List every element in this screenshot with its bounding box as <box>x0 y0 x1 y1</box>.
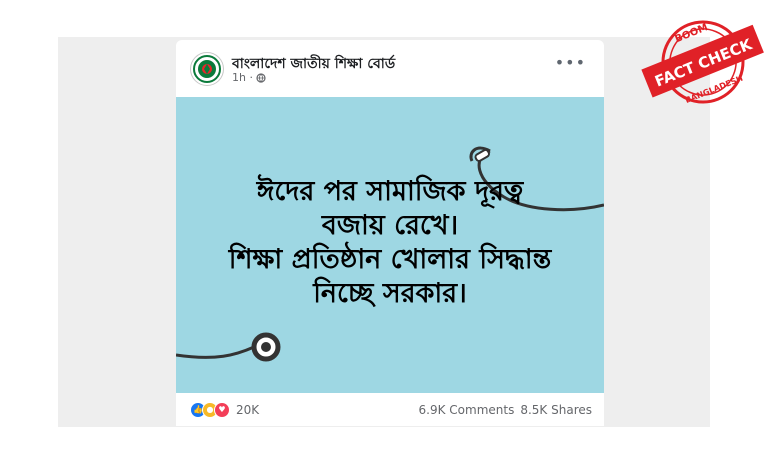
comments-count-link[interactable]: 6.9K Comments <box>419 403 515 417</box>
image-text-line: নিচ্ছে সরকার। <box>313 278 467 309</box>
globe-icon <box>256 72 266 83</box>
government-seal-icon <box>193 55 221 83</box>
post-footer: 👍 ● ♥ 20K 6.9K Comments 8.5K Shares <box>176 393 604 426</box>
facebook-post-card: বাংলাদেশ জাতীয় শিক্ষা বোর্ড 1h · ••• ঈদ… <box>176 40 604 426</box>
page-avatar[interactable] <box>190 52 224 86</box>
more-options-button[interactable]: ••• <box>555 55 586 71</box>
image-text-line: ঈদের পর সামাজিক দূরত্ব <box>256 176 524 207</box>
shares-count-link[interactable]: 8.5K Shares <box>520 403 592 417</box>
post-meta: 1h · <box>232 71 266 84</box>
fact-check-stamp: BOOM FACT CHECK BANGLADESH <box>641 20 764 105</box>
badge-top-text: BOOM <box>673 22 709 45</box>
post-image[interactable]: ঈদের পর সামাজিক দূরত্ব বজায় রেখে। শিক্ষ… <box>176 97 604 393</box>
reaction-count: 20K <box>236 403 260 417</box>
image-text-line: শিক্ষা প্রতিষ্ঠান খোলার সিদ্ধান্ত <box>228 244 552 275</box>
reactions-summary[interactable]: 👍 ● ♥ 20K <box>190 402 259 418</box>
image-text-line: বজায় রেখে। <box>321 210 459 241</box>
love-icon: ♥ <box>214 402 230 418</box>
post-time[interactable]: 1h · <box>232 71 253 84</box>
post-stats: 6.9K Comments 8.5K Shares <box>419 403 592 417</box>
post-image-text: ঈদের পর সামাজিক দূরত্ব বজায় রেখে। শিক্ষ… <box>176 175 604 311</box>
